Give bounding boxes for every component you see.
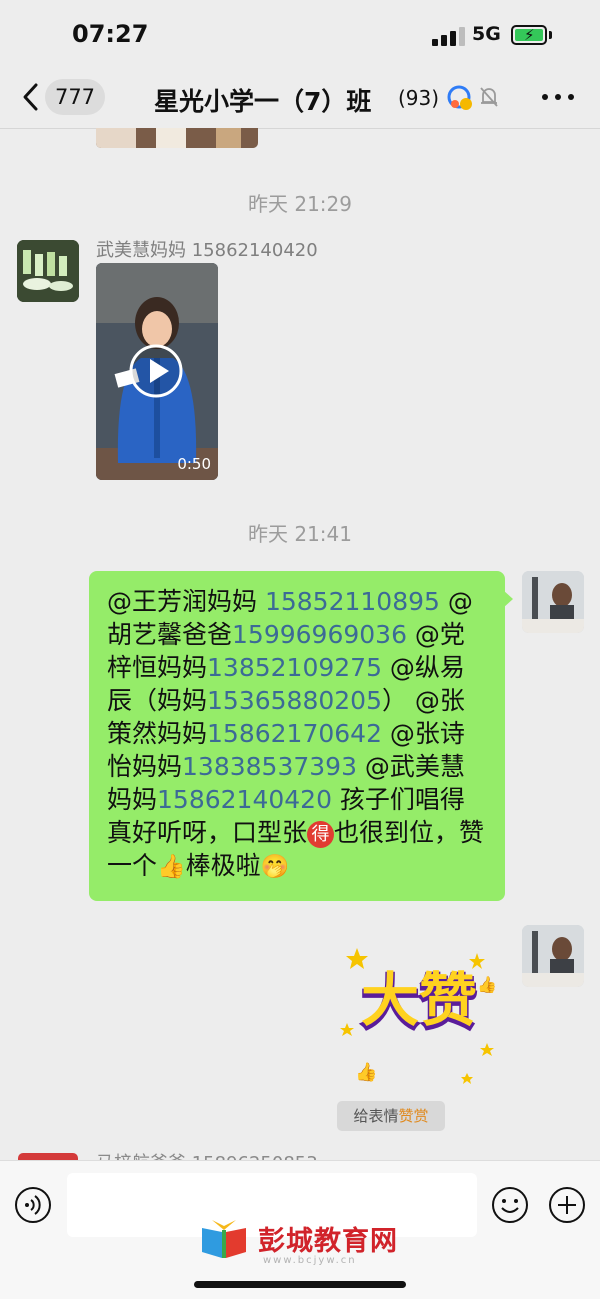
- member-count: (93): [398, 86, 440, 110]
- chat-nav-bar: 777 星光小学一（7）班 (93): [0, 70, 600, 129]
- thumbs-up-icon: 👍: [157, 854, 186, 880]
- battery-icon: ⚡: [511, 25, 547, 45]
- my-avatar[interactable]: [522, 571, 584, 633]
- svg-text:👍: 👍: [355, 1061, 377, 1083]
- phone-number-link[interactable]: 13838537393: [182, 752, 357, 781]
- watermark-logo-icon: [202, 1220, 246, 1258]
- sender-name: 武美慧妈妈 15862140420: [96, 240, 318, 261]
- phone-number-link[interactable]: 15365880205: [207, 686, 382, 715]
- previous-image-message[interactable]: [96, 128, 258, 148]
- emoji-icon[interactable]: [491, 1186, 529, 1224]
- big-praise-sticker[interactable]: 大赞 大赞 👍 👍: [337, 928, 502, 1093]
- play-icon[interactable]: [128, 343, 184, 399]
- battery-tip: [549, 31, 552, 39]
- group-badge-icon: [447, 85, 472, 110]
- phone-number-link[interactable]: 15996969036: [232, 620, 407, 649]
- chevron-left-icon[interactable]: [20, 82, 42, 112]
- video-message[interactable]: 0:50: [96, 263, 218, 480]
- watermark-url: www.bcjyw.cn: [263, 1255, 357, 1266]
- input-bar: 彭城教育网 www.bcjyw.cn: [0, 1160, 600, 1299]
- network-label: 5G: [472, 23, 501, 45]
- unread-count-badge[interactable]: 777: [45, 79, 105, 115]
- de-emoji-icon: 得: [307, 821, 335, 848]
- phone-number-link[interactable]: 15852110895: [265, 587, 440, 616]
- phone-number-link[interactable]: 15862140420: [157, 785, 332, 814]
- signal-icon: [432, 26, 466, 46]
- plus-icon[interactable]: [548, 1186, 586, 1224]
- voice-input-icon[interactable]: [14, 1186, 52, 1224]
- chat-title[interactable]: 星光小学一（7）班: [154, 82, 371, 118]
- reward-sticker-button[interactable]: 给表情赞赏: [337, 1101, 445, 1131]
- avatar[interactable]: [17, 240, 79, 302]
- svg-text:大赞: 大赞: [361, 966, 477, 1034]
- phone-number-link[interactable]: 13852109275: [207, 653, 382, 682]
- video-duration: 0:50: [177, 455, 211, 473]
- text-message-bubble[interactable]: @王芳润妈妈 15852110895 @胡艺馨爸爸15996969036 @党梓…: [89, 571, 505, 901]
- status-bar: 07:27 5G ⚡: [0, 0, 600, 70]
- message-text: 棒极啦: [185, 851, 261, 880]
- timestamp: 昨天 21:29: [248, 192, 352, 216]
- covering-mouth-face-icon: 🤭: [260, 854, 290, 880]
- watermark-text: 彭城教育网: [258, 1226, 398, 1257]
- more-icon[interactable]: [542, 94, 574, 102]
- timestamp: 昨天 21:41: [248, 522, 352, 546]
- home-indicator: [194, 1281, 406, 1288]
- svg-text:👍: 👍: [477, 975, 497, 994]
- phone-number-link[interactable]: 15862170642: [207, 719, 382, 748]
- status-time: 07:27: [72, 20, 149, 48]
- my-avatar[interactable]: [522, 925, 584, 987]
- mute-bell-icon: [480, 87, 498, 107]
- message-text: @王芳润妈妈: [107, 587, 265, 616]
